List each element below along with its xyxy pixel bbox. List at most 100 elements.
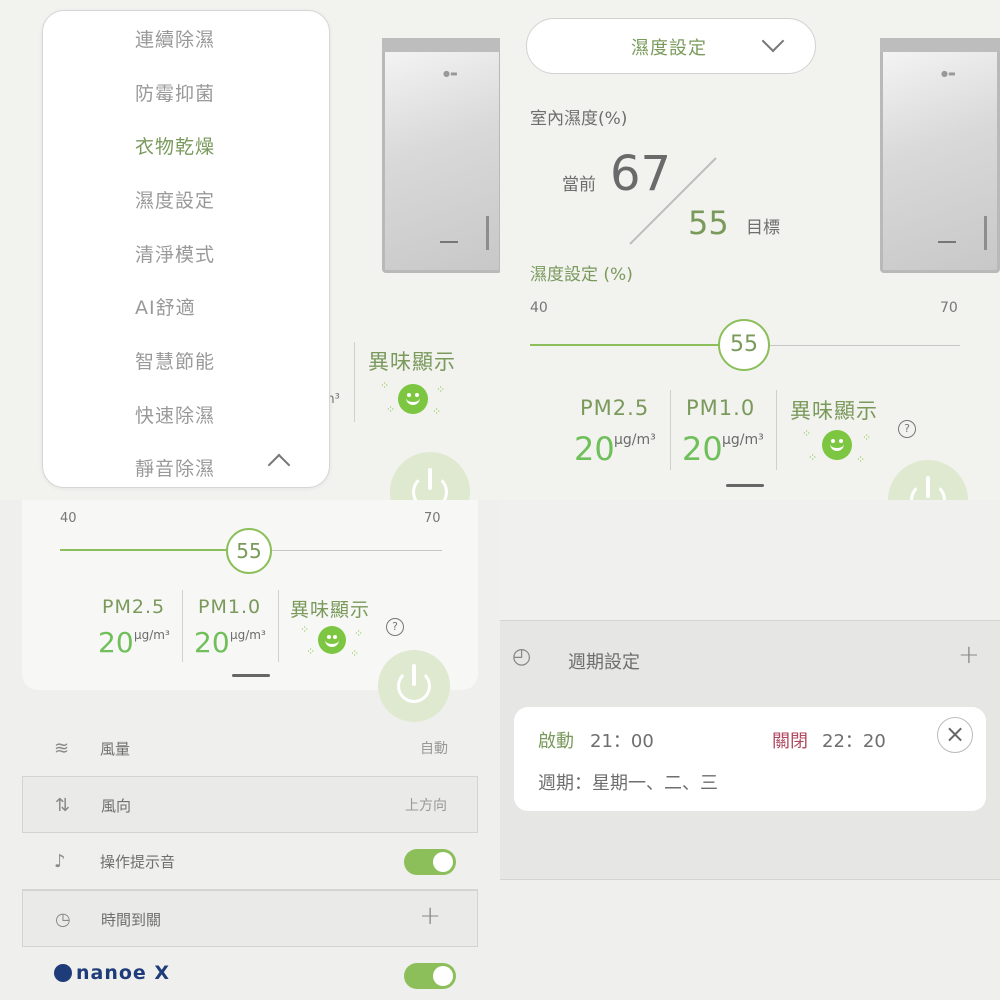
slider-knob[interactable]: 55	[718, 319, 770, 371]
odor-dots: ⁘	[802, 427, 813, 440]
settings-row-nanoe: nanoe X	[22, 947, 478, 1000]
pm10-value: 20	[194, 626, 230, 659]
slider-fill	[60, 549, 228, 551]
smile-face-icon	[318, 626, 346, 654]
mode-item-mold[interactable]: 防霉抑菌	[135, 79, 215, 106]
mode-dropdown: 連續除濕 防霉抑菌 衣物乾燥 濕度設定 清淨模式 AI舒適 智慧節能 快速除濕 …	[42, 10, 330, 488]
schedule-label: 週期設定	[568, 652, 640, 673]
odor-label: 異味顯示	[368, 350, 456, 374]
smile-face-icon	[822, 430, 852, 460]
row-label: 風向	[101, 797, 132, 815]
chevron-down-icon	[761, 29, 785, 53]
odor-dots: ⁘	[380, 379, 391, 392]
power-button[interactable]	[390, 452, 470, 500]
stop-label: 關閉	[772, 731, 808, 752]
odor-label: 異味顯示	[290, 599, 371, 621]
target-label: 目標	[746, 218, 780, 238]
divider	[354, 342, 355, 422]
mode-select[interactable]: 濕度設定	[526, 18, 816, 74]
pm25-value: 20	[98, 626, 134, 659]
divider	[776, 390, 777, 470]
schedule-card[interactable]: 啟動 21：00 關閉 22：20 週期：星期一、二、三	[514, 707, 986, 811]
pm10-label: PM1.0	[198, 596, 262, 618]
arrows-updown-icon: ⇅	[55, 795, 71, 816]
pm25-label: PM2.5	[102, 596, 166, 618]
odor-dots: ⁘	[436, 383, 447, 396]
settings-row-sound: ♪ 操作提示音	[22, 833, 478, 890]
collapse-handle[interactable]	[232, 674, 270, 677]
schedule-days: 週期：星期一、二、三	[538, 773, 718, 794]
add-schedule-icon[interactable]: +	[958, 640, 980, 670]
wind-icon: ≋	[54, 738, 70, 759]
pm10-unit: µg/m³	[722, 432, 764, 448]
slider-max: 70	[940, 300, 958, 316]
mode-item-ai[interactable]: AI舒適	[135, 293, 196, 320]
close-icon[interactable]: ×	[937, 717, 973, 753]
pm25-unit: µg/m³	[614, 432, 656, 448]
mode-item-continuous[interactable]: 連續除濕	[135, 25, 215, 52]
clock-icon: ◷	[55, 909, 71, 930]
odor-dots: ⁘	[350, 647, 361, 660]
cycle-clock-icon: ◴	[512, 644, 532, 669]
mode-item-fast[interactable]: 快速除濕	[135, 401, 215, 428]
divider	[670, 390, 671, 470]
help-icon[interactable]: ?	[898, 420, 916, 438]
chevron-up-icon[interactable]	[267, 453, 291, 477]
start-time: 21：00	[590, 731, 654, 752]
power-button[interactable]	[378, 650, 450, 722]
settings-row-airflow[interactable]: ≋ 風量 自動	[22, 720, 478, 777]
odor-dots: ⁘	[862, 431, 873, 444]
help-icon[interactable]: ?	[386, 618, 404, 636]
target-humidity-value: 55	[688, 204, 729, 242]
humidity-setting-label: 濕度設定 (%)	[530, 265, 633, 285]
nanoe-logo-icon	[54, 964, 72, 982]
indoor-humidity-label: 室內濕度(%)	[530, 109, 628, 129]
odor-dots: ⁘	[808, 451, 819, 464]
stop-time: 22：20	[822, 731, 886, 752]
odor-dots: ⁘	[354, 627, 365, 640]
start-label: 啟動	[538, 731, 574, 752]
mode-select-label: 濕度設定	[631, 38, 707, 59]
collapse-handle[interactable]	[726, 484, 764, 487]
row-value: 自動	[420, 741, 448, 757]
nanoe-label: nanoe X	[76, 962, 171, 984]
blank-area	[500, 500, 1000, 620]
pm25-unit: µg/m³	[134, 628, 170, 642]
settings-row-timer[interactable]: ◷ 時間到關 +	[22, 890, 478, 947]
mode-menu-panel: ●▬ 0 m³ 異味顯示 ⁘ ⁘ ⁘ ⁘ 連續除濕 防霉抑菌 衣物乾燥 濕度設定…	[0, 0, 500, 500]
mode-item-laundry[interactable]: 衣物乾燥	[135, 132, 215, 159]
slider-min: 40	[530, 300, 548, 316]
pm10-unit: µg/m³	[230, 628, 266, 642]
row-label: 時間到關	[101, 911, 162, 929]
settings-row-direction[interactable]: ⇅ 風向 上方向	[22, 776, 478, 833]
mode-item-humidity[interactable]: 濕度設定	[135, 186, 215, 213]
smile-face-icon	[398, 384, 428, 414]
pm25-value: 20	[574, 430, 615, 468]
odor-label: 異味顯示	[790, 399, 878, 423]
sound-toggle[interactable]	[404, 849, 456, 875]
row-label: 風量	[100, 740, 131, 758]
odor-dots: ⁘	[856, 453, 867, 466]
add-timer-icon[interactable]: +	[419, 901, 441, 931]
mode-item-quiet[interactable]: 靜音除濕	[135, 454, 215, 481]
slider-knob[interactable]: 55	[226, 528, 272, 574]
dehumidifier-image: ●▬	[880, 38, 1000, 273]
odor-dots: ⁘	[386, 403, 397, 416]
odor-dots: ⁘	[306, 645, 317, 658]
odor-dots: ⁘	[300, 623, 311, 636]
dehumidifier-image: ●▬	[382, 38, 500, 273]
music-note-icon: ♪	[54, 851, 66, 872]
nanoe-toggle[interactable]	[404, 963, 456, 989]
slider-fill	[530, 344, 720, 346]
mode-item-purify[interactable]: 清淨模式	[135, 240, 215, 267]
settings-panel: 40 70 55 PM2.5 20 µg/m³ PM1.0 20 µg/m³ 異…	[0, 500, 500, 1000]
divider	[278, 590, 279, 662]
mode-item-eco[interactable]: 智慧節能	[135, 347, 215, 374]
current-label: 當前	[562, 175, 596, 195]
schedule-panel: ◴ 週期設定 + 啟動 21：00 關閉 22：20 週期：星期一、二、三 ×	[500, 500, 1000, 1000]
slider-max: 70	[424, 511, 441, 526]
power-button[interactable]	[888, 460, 968, 500]
pm10-value: 20	[682, 430, 723, 468]
divider	[182, 590, 183, 662]
slider-min: 40	[60, 511, 77, 526]
